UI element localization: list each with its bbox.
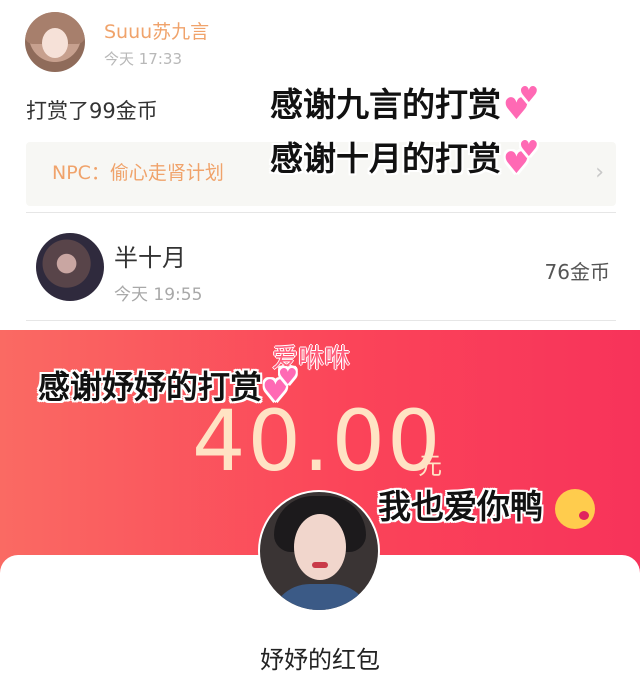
heart-icon: ♥ ♥ [503, 82, 539, 127]
overlay-thanks-shiyue: 感谢十月的打赏 ♥ ♥ [270, 132, 545, 181]
tip-message: 打赏了99金币 [26, 99, 158, 123]
tip-timestamp: 今天 17:33 [104, 50, 182, 68]
red-packet-amount: 40.00 [192, 392, 443, 490]
avatar-lips [312, 562, 328, 568]
red-packet-unit: 元 [418, 452, 442, 480]
overlay-thanks-jiuyan-text: 感谢九言的打赏 [270, 85, 501, 124]
overlay-thanks-jiuyan: 感谢九言的打赏 ♥ ♥ [270, 78, 545, 127]
rewarder-avatar[interactable] [36, 233, 104, 301]
reward-timestamp: 今天 19:55 [114, 285, 203, 305]
divider [26, 320, 616, 321]
red-packet-title: 妤妤的红包 [260, 646, 380, 674]
heart-icon: ♥ ♥ [503, 136, 539, 181]
avatar-dress [270, 584, 372, 610]
tipper-name[interactable]: Suuu苏九言 [104, 17, 209, 44]
divider [26, 212, 616, 213]
chevron-right-icon: › [595, 160, 604, 185]
rewarder-name[interactable]: 半十月 [114, 238, 186, 273]
overlay-love-you: 我也爱你鸭 [378, 480, 595, 529]
reward-amount: 76金币 [544, 260, 610, 284]
avatar-face [42, 28, 68, 58]
tipper-avatar[interactable] [25, 12, 85, 72]
overlay-love-you-text: 我也爱你鸭 [378, 487, 543, 526]
overlay-thanks-shiyue-text: 感谢十月的打赏 [270, 139, 501, 178]
wink-kiss-emoji-icon [554, 488, 595, 529]
npc-title: NPC：偷心走肾计划 [52, 162, 224, 184]
avatar-face [294, 514, 346, 580]
sender-avatar[interactable] [258, 490, 380, 612]
